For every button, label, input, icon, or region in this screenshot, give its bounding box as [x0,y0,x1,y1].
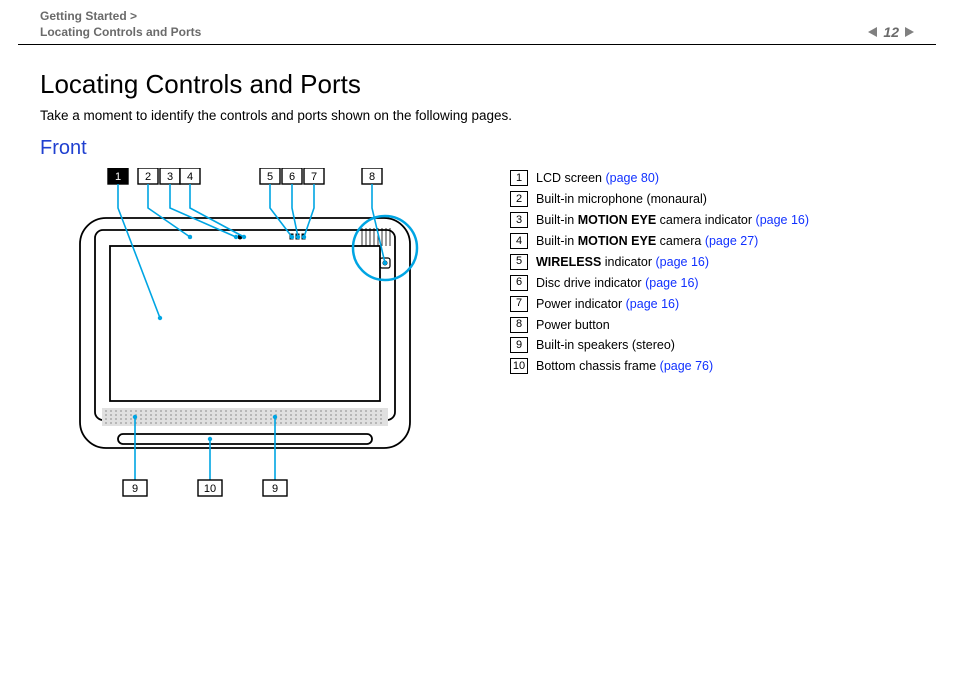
legend-number-box: 7 [510,296,528,312]
page-ref-link[interactable]: (page 16) [626,297,680,311]
page-number-nav: 12 [868,24,914,40]
legend-bold: WIRELESS [536,255,601,269]
legend-number-box: 8 [510,317,528,333]
callout-number: 7 [311,171,317,183]
legend-number-box: 10 [510,358,528,374]
legend-number-box: 5 [510,254,528,270]
page-ref-link[interactable]: (page 27) [705,234,759,248]
page-header: Getting Started > Locating Controls and … [0,0,954,44]
legend-number-box: 6 [510,275,528,291]
header-divider [18,44,936,45]
legend-item: 9 Built-in speakers (stereo) [510,337,809,354]
legend-text: Power indicator (page 16) [536,296,679,313]
page-title: Locating Controls and Ports [40,69,954,100]
page-ref-link[interactable]: (page 16) [645,276,699,290]
legend-item: 10 Bottom chassis frame (page 76) [510,358,809,375]
section-heading: Front [40,137,954,160]
legend-number-box: 1 [510,170,528,186]
legend-bold: MOTION EYE [578,234,656,248]
intro-text: Take a moment to identify the controls a… [40,108,954,123]
callout-number: 6 [289,171,295,183]
page-ref-link[interactable]: (page 16) [756,213,810,227]
callout-number: 9 [132,483,138,495]
legend-text: Built-in MOTION EYE camera indicator (pa… [536,212,809,229]
legend-number-box: 9 [510,337,528,353]
page-number: 12 [883,24,899,40]
legend-item: 1 LCD screen (page 80) [510,170,809,187]
callout-number: 5 [267,171,273,183]
breadcrumb-line-2: Locating Controls and Ports [40,24,201,40]
legend-text: Disc drive indicator (page 16) [536,275,699,292]
callout-number: 2 [145,171,151,183]
legend-item: 8 Power button [510,317,809,334]
legend-item: 2 Built-in microphone (monaural) [510,191,809,208]
callout-number: 9 [272,483,278,495]
legend-number-box: 3 [510,212,528,228]
legend-item: 3 Built-in MOTION EYE camera indicator (p… [510,212,809,229]
legend-number-box: 2 [510,191,528,207]
legend-item: 4 Built-in MOTION EYE camera (page 27) [510,233,809,250]
legend-text: Power button [536,317,610,334]
callout-number: 8 [369,171,375,183]
page-ref-link[interactable]: (page 16) [656,255,710,269]
legend-text: Bottom chassis frame (page 76) [536,358,713,375]
page-ref-link[interactable]: (page 76) [660,359,714,373]
page-ref-link[interactable]: (page 80) [605,171,659,185]
callout-number: 3 [167,171,173,183]
breadcrumb: Getting Started > Locating Controls and … [40,8,201,40]
callout-number: 4 [187,171,193,183]
legend-text: LCD screen (page 80) [536,170,659,187]
breadcrumb-line-1: Getting Started > [40,8,201,24]
legend-text: Built-in MOTION EYE camera (page 27) [536,233,758,250]
next-page-icon[interactable] [905,27,914,37]
legend-number-box: 4 [510,233,528,249]
legend-item: 6 Disc drive indicator (page 16) [510,275,809,292]
legend-bold: MOTION EYE [578,213,656,227]
legend-text: Built-in speakers (stereo) [536,337,675,354]
callout-number: 10 [204,483,216,495]
legend-list: 1 LCD screen (page 80) 2 Built-in microphon… [510,170,809,495]
callout-number: 1 [115,171,121,183]
front-view-diagram: 1 2 3 4 5 6 7 8 [40,168,470,508]
legend-text: WIRELESS indicator (page 16) [536,254,709,271]
prev-page-icon[interactable] [868,27,877,37]
legend-text: Built-in microphone (monaural) [536,191,707,208]
legend-item: 5 WIRELESS indicator (page 16) [510,254,809,271]
legend-item: 7 Power indicator (page 16) [510,296,809,313]
